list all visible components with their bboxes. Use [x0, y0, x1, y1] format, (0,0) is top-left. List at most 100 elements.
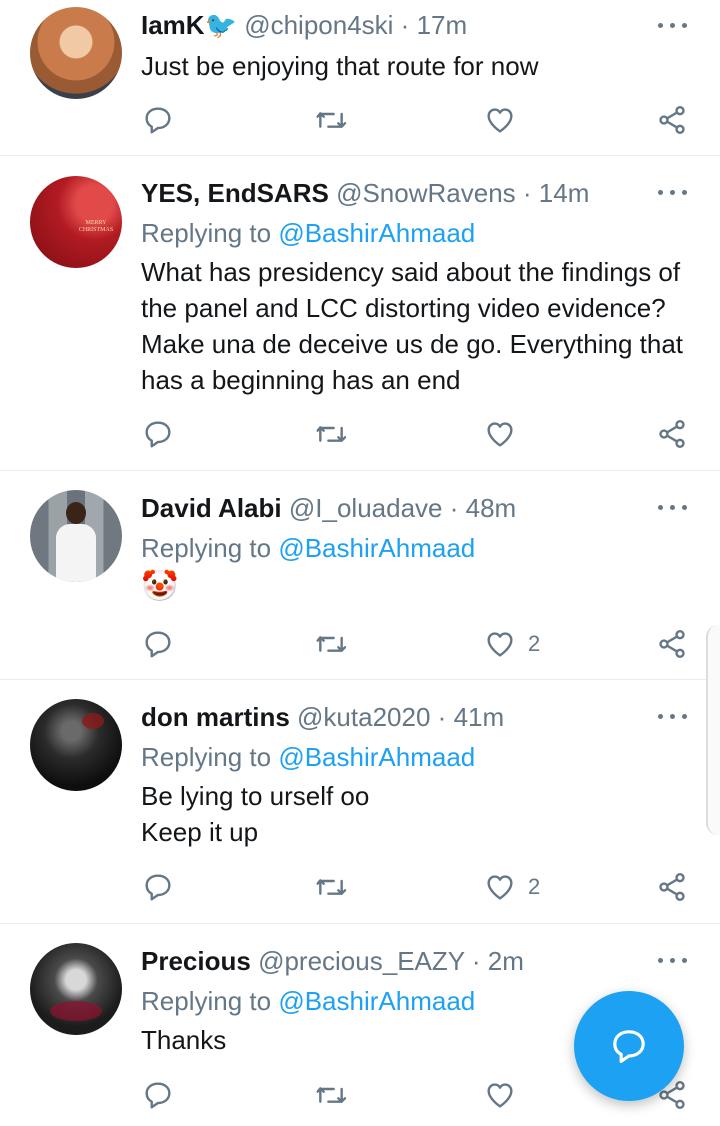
display-name[interactable]: don martins [141, 702, 290, 732]
mention-link[interactable]: @BashirAhmaad [278, 986, 475, 1016]
share-icon [659, 630, 685, 658]
reply-button[interactable] [142, 626, 174, 662]
avatar[interactable] [30, 943, 122, 1035]
display-name[interactable]: YES, EndSARS [141, 178, 329, 208]
retweet-button[interactable] [313, 416, 349, 452]
tweet-actions [0, 102, 720, 138]
compose-reply-button[interactable] [574, 991, 684, 1101]
retweet-icon [316, 112, 347, 128]
separator-dot: · [471, 946, 481, 976]
retweet-button[interactable] [313, 626, 349, 662]
reply-icon [145, 631, 171, 658]
replying-to: Replying to @BashirAhmaad [141, 742, 475, 772]
separator-dot: · [522, 178, 532, 208]
like-count: 2 [528, 874, 541, 899]
timestamp[interactable]: 14m [539, 178, 590, 208]
bird-emoji: 🐦 [204, 10, 237, 40]
replying-to-label: Replying to [141, 533, 279, 563]
more-icon[interactable] [658, 711, 688, 721]
avatar[interactable]: MERRY CHRISTMAS [30, 176, 122, 268]
tweet-text: What has presidency said about the findi… [141, 257, 684, 395]
reply-icon [145, 1082, 171, 1109]
retweet-button[interactable] [313, 102, 349, 138]
user-handle[interactable]: @SnowRavens [336, 178, 516, 208]
reply-button[interactable] [142, 416, 174, 452]
heart-icon [487, 1083, 513, 1108]
display-name[interactable]: IamK [141, 10, 205, 40]
share-button[interactable] [656, 416, 688, 452]
share-icon [659, 873, 685, 901]
tweet-header: David Alabi @I_oluadave · 48m [141, 493, 650, 523]
heart-icon [487, 875, 513, 900]
like-button[interactable] [484, 102, 528, 138]
tweet-header: don martins @kuta2020 · 41m [141, 702, 650, 732]
display-name[interactable]: Precious [141, 946, 251, 976]
edge-panel-handle[interactable] [706, 625, 720, 835]
more-icon[interactable] [658, 20, 688, 30]
compose-reply-icon [613, 1030, 645, 1063]
share-button[interactable] [656, 626, 688, 662]
tweet-2[interactable]: MERRY CHRISTMAS YES, EndSARS @SnowRavens… [0, 156, 720, 470]
reply-button[interactable] [142, 102, 174, 138]
user-handle[interactable]: @I_oluadave [289, 493, 443, 523]
heart-icon [487, 632, 513, 657]
avatar-text: MERRY CHRISTMAS [78, 220, 114, 233]
avatar[interactable] [30, 699, 122, 791]
replying-to: Replying to @BashirAhmaad [141, 986, 475, 1016]
reply-icon [145, 874, 171, 901]
more-icon[interactable] [658, 955, 688, 965]
replying-to-label: Replying to [141, 986, 279, 1016]
mention-link[interactable]: @BashirAhmaad [278, 218, 475, 248]
tweet-3[interactable]: David Alabi @I_oluadave · 48m Replying t… [0, 471, 720, 679]
timestamp[interactable]: 48m [466, 493, 517, 523]
share-button[interactable] [656, 869, 688, 905]
tweet-actions: 2 [0, 626, 720, 662]
avatar[interactable] [30, 7, 122, 99]
retweet-icon [316, 636, 347, 652]
share-icon [659, 420, 685, 448]
tweet-text: Just be enjoying that route for now [141, 51, 539, 81]
user-handle[interactable]: @kuta2020 [297, 702, 430, 732]
timestamp[interactable]: 2m [488, 946, 524, 976]
more-icon[interactable] [658, 187, 688, 197]
heart-icon [487, 422, 513, 447]
tweet-header: YES, EndSARS @SnowRavens · 14m [141, 178, 650, 208]
share-button[interactable] [656, 102, 688, 138]
tweet-1[interactable]: IamK🐦 @chipon4ski · 17m Just be enjoying… [0, 0, 720, 155]
reply-icon [145, 421, 171, 448]
tweet-4[interactable]: don martins @kuta2020 · 41m Replying to … [0, 680, 720, 923]
tweet-header: IamK🐦 @chipon4ski · 17m [141, 10, 650, 40]
like-button[interactable]: 2 [484, 869, 540, 905]
replying-to-label: Replying to [141, 742, 279, 772]
retweet-icon [316, 1087, 347, 1103]
clown-emoji: 🤡 [141, 570, 179, 603]
replying-to: Replying to @BashirAhmaad [141, 533, 475, 563]
more-icon[interactable] [658, 502, 688, 512]
tweet-text: Be lying to urself oo Keep it up [141, 781, 370, 847]
user-handle[interactable]: @precious_EAZY [258, 946, 465, 976]
timestamp[interactable]: 17m [417, 10, 468, 40]
avatar[interactable] [30, 490, 122, 582]
like-button[interactable] [484, 416, 528, 452]
retweet-button[interactable] [313, 869, 349, 905]
tweet-header: Precious @precious_EAZY · 2m [141, 946, 650, 976]
tweet-actions: 2 [0, 869, 720, 905]
like-button[interactable]: 2 [484, 626, 540, 662]
display-name[interactable]: David Alabi [141, 493, 282, 523]
retweet-icon [316, 879, 347, 895]
user-handle[interactable]: @chipon4ski [244, 10, 393, 40]
reply-icon [145, 107, 171, 134]
timestamp[interactable]: 41m [454, 702, 505, 732]
mention-link[interactable]: @BashirAhmaad [278, 533, 475, 563]
tweet-actions [0, 416, 720, 452]
like-button[interactable] [484, 1077, 528, 1113]
separator-dot: · [437, 702, 447, 732]
heart-icon [487, 108, 513, 133]
mention-link[interactable]: @BashirAhmaad [278, 742, 475, 772]
reply-button[interactable] [142, 1077, 174, 1113]
replying-to: Replying to @BashirAhmaad [141, 218, 475, 248]
like-count: 2 [528, 631, 541, 656]
reply-button[interactable] [142, 869, 174, 905]
separator-dot: · [400, 10, 410, 40]
retweet-button[interactable] [313, 1077, 349, 1113]
